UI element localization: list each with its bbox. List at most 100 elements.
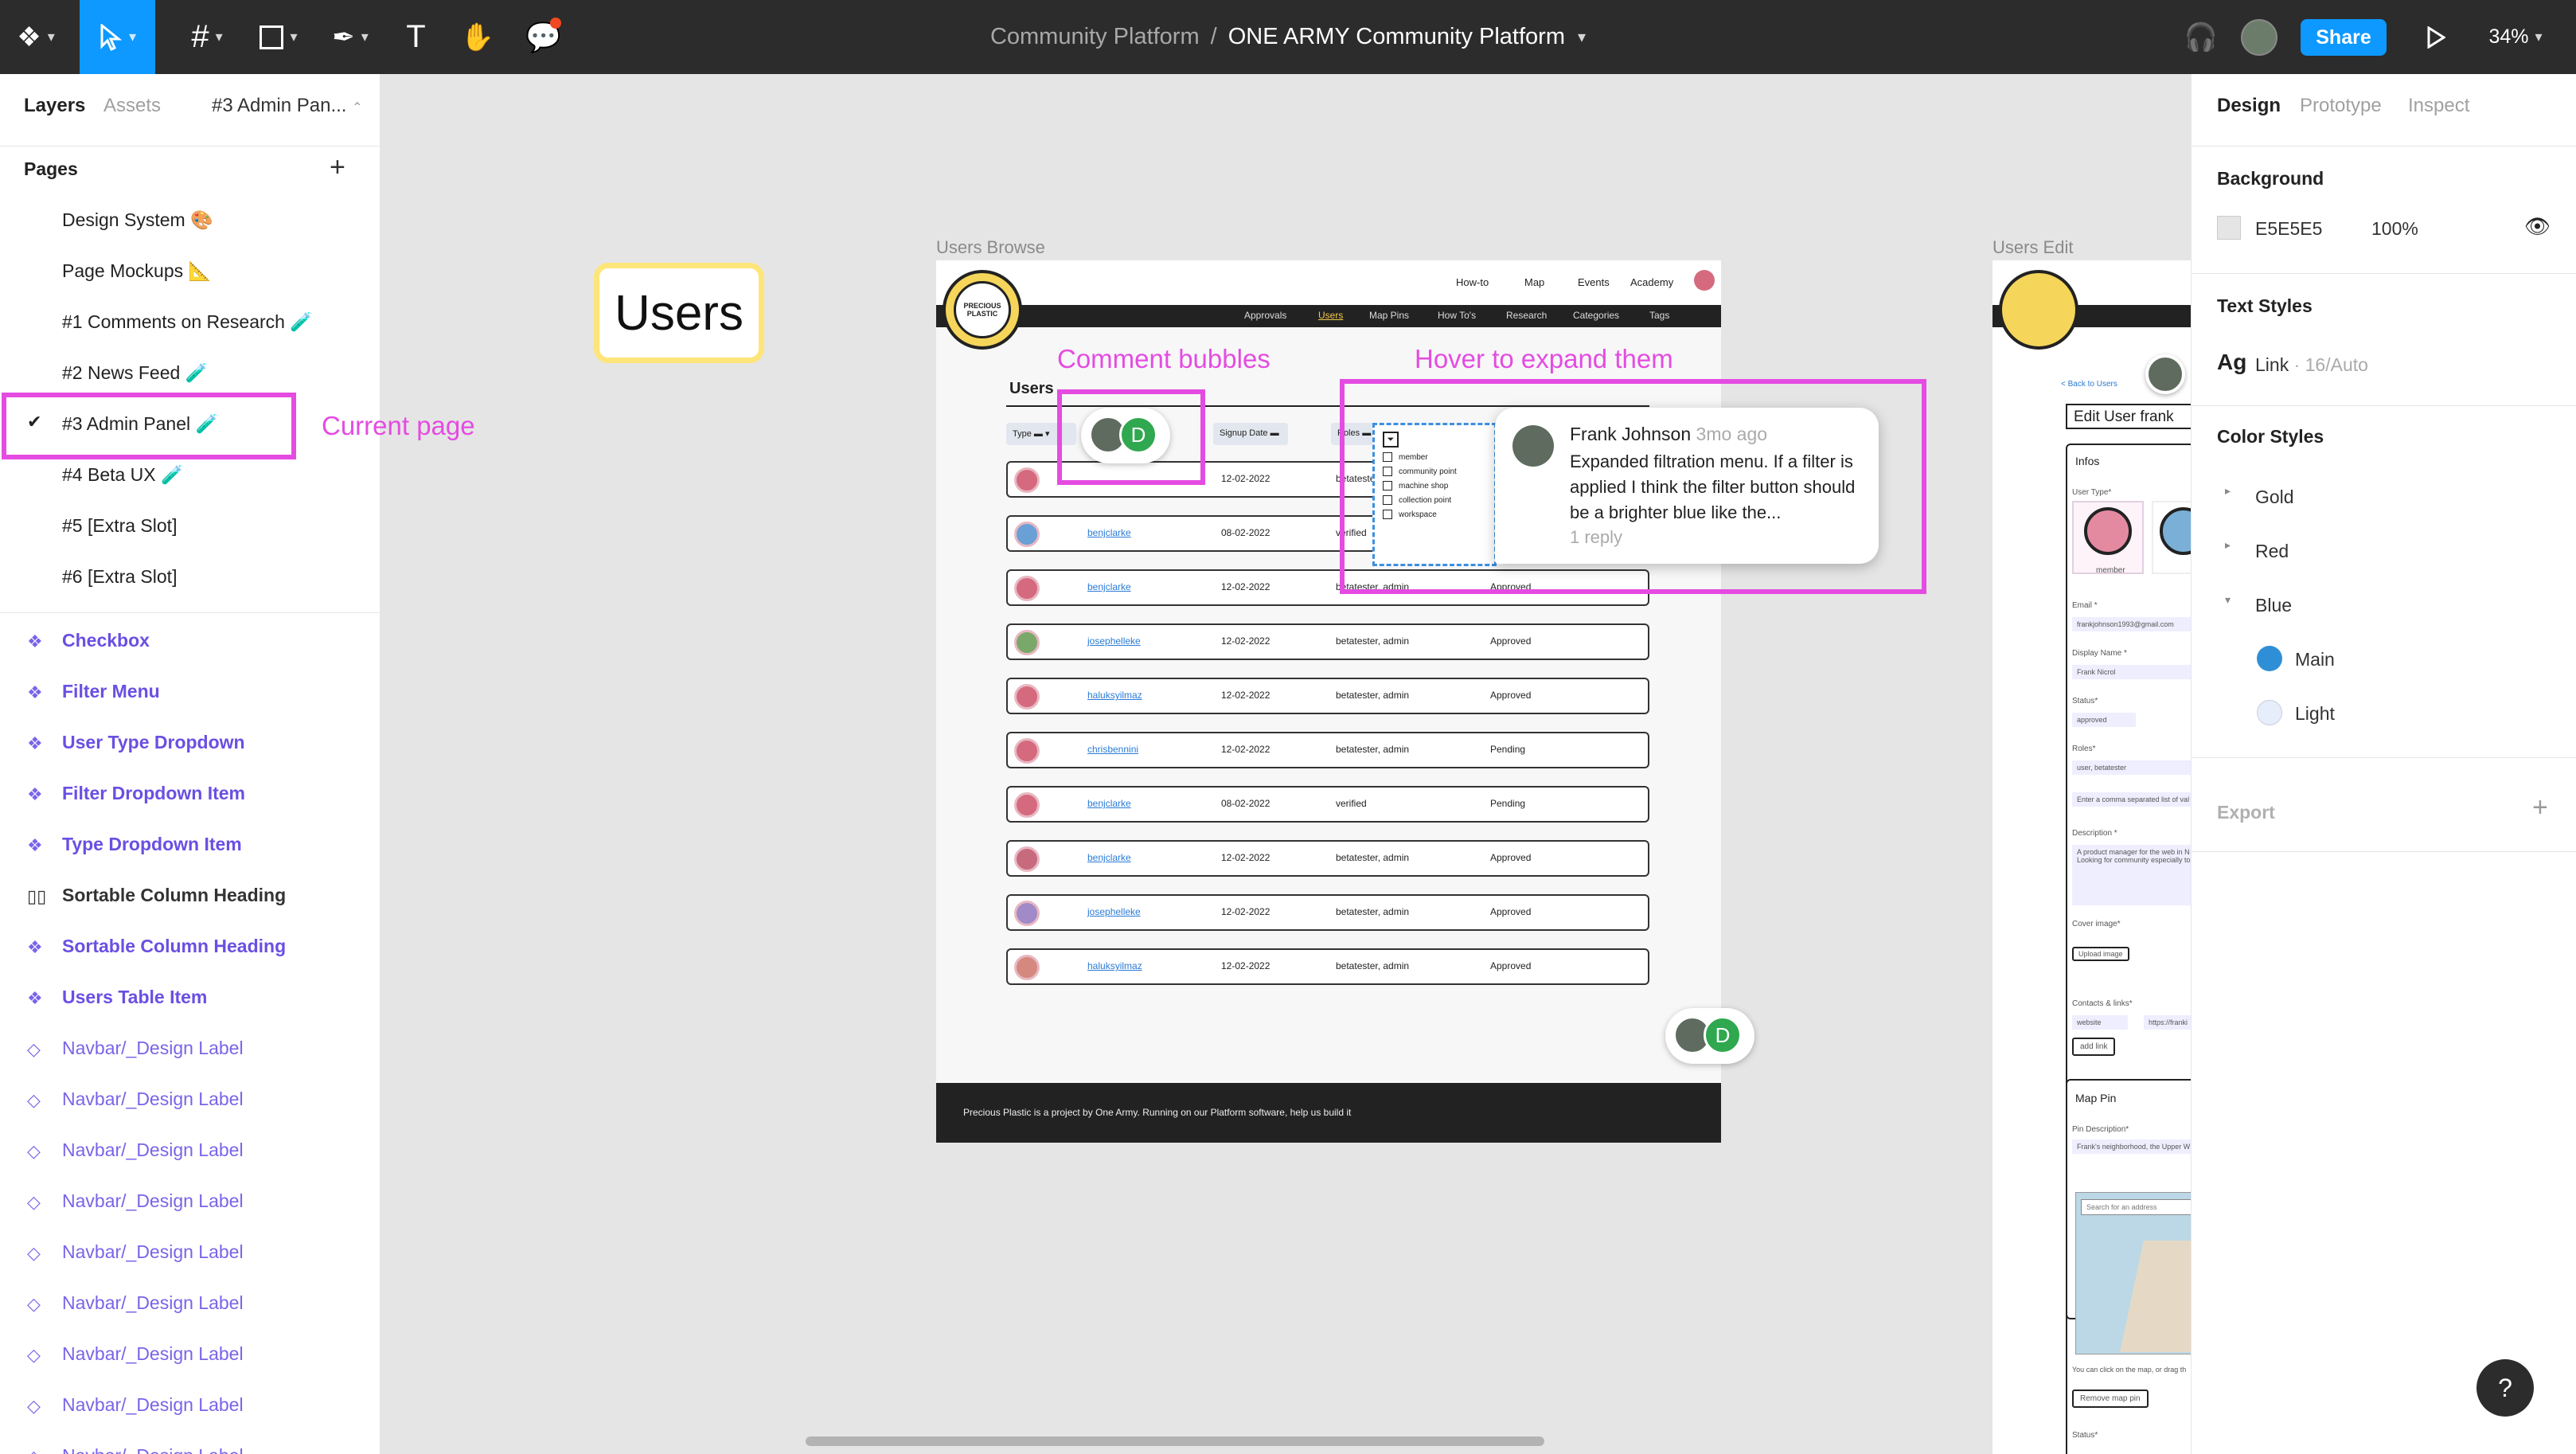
remove-map-pin-button[interactable]: Remove map pin [2072, 1390, 2149, 1408]
current-page-selector[interactable]: #3 Admin Pan... ⌃ [212, 95, 363, 117]
layer-item[interactable]: Navbar/_Design Label [62, 1089, 244, 1110]
frame-label-browse[interactable]: Users Browse [936, 237, 1045, 258]
username-link[interactable]: benjclarke [1087, 527, 1131, 538]
color-style-light[interactable]: Light [2295, 703, 2335, 725]
nav-link[interactable]: Academy [1630, 276, 1673, 288]
subnav-link[interactable]: Research [1506, 310, 1547, 321]
frame-label-edit[interactable]: Users Edit [1992, 237, 2073, 258]
layer-item[interactable]: Navbar/_Design Label [62, 1343, 244, 1365]
shape-tool-button[interactable]: ▾ [243, 0, 314, 74]
nav-link[interactable]: How-to [1456, 276, 1489, 288]
table-row[interactable]: josephelleke 12-02-2022 betatester, admin A… [1006, 894, 1649, 931]
team-breadcrumb[interactable]: Community Platform [990, 24, 1200, 50]
chevron-right-icon[interactable]: ▸ [2225, 484, 2231, 498]
user-type-workspace-card[interactable] [2152, 501, 2191, 574]
user-avatar[interactable] [2241, 19, 2277, 56]
blue-light-swatch[interactable] [2257, 700, 2282, 725]
table-row[interactable]: chrisbennini 12-02-2022 betatester, admin P… [1006, 732, 1649, 768]
audio-button[interactable]: 🎧 [2177, 0, 2225, 74]
contact-url-field[interactable]: https://franki [2144, 1015, 2191, 1030]
layer-item[interactable]: Checkbox [62, 630, 150, 651]
roles-field[interactable]: user, betatester [2072, 760, 2191, 775]
tab-assets[interactable]: Assets [103, 95, 161, 117]
tab-layers[interactable]: Layers [24, 95, 85, 117]
table-row[interactable]: benjclarke 08-02-2022 verified Pending [1006, 786, 1649, 823]
comment-bubble[interactable]: D [1665, 1008, 1754, 1064]
chevron-right-icon[interactable]: ▸ [2225, 538, 2231, 552]
layer-item[interactable]: Filter Menu [62, 681, 160, 702]
chevron-down-icon[interactable]: ▾ [1578, 27, 1586, 47]
tab-prototype[interactable]: Prototype [2300, 95, 2382, 117]
username-link[interactable]: benjclarke [1087, 852, 1131, 863]
tab-inspect[interactable]: Inspect [2408, 95, 2469, 117]
map-preview[interactable]: Search for an address [2075, 1192, 2191, 1354]
layer-item[interactable]: Navbar/_Design Label [62, 1241, 244, 1263]
description-field[interactable]: A product manager for the web in N Lookin… [2072, 845, 2191, 905]
color-group-gold[interactable]: Gold [2255, 487, 2294, 508]
horizontal-scrollbar[interactable] [806, 1436, 1544, 1446]
layer-item[interactable]: Sortable Column Heading [62, 936, 286, 957]
pin-description-field[interactable]: Frank's neighborhood, the Upper W [2072, 1139, 2191, 1154]
share-button[interactable]: Share [2301, 19, 2387, 56]
layer-item[interactable]: Navbar/_Design Label [62, 1292, 244, 1314]
layer-item[interactable]: Navbar/_Design Label [62, 1038, 244, 1059]
table-row[interactable]: benjclarke 12-02-2022 betatester, admin App… [1006, 840, 1649, 877]
layer-item[interactable]: Navbar/_Design Label [62, 1445, 244, 1454]
display-name-field[interactable]: Frank Nicrol [2072, 665, 2191, 679]
color-group-blue[interactable]: Blue [2255, 595, 2292, 616]
layer-item[interactable]: Filter Dropdown Item [62, 783, 245, 804]
background-opacity[interactable]: 100% [2371, 218, 2418, 240]
add-export-icon[interactable]: + [2532, 792, 2548, 823]
zoom-menu[interactable]: 34% ▾ [2468, 0, 2563, 74]
username-link[interactable]: josephelleke [1087, 906, 1141, 917]
frame-tool-button[interactable]: # ▾ [171, 0, 243, 74]
table-row[interactable]: josephelleke 12-02-2022 betatester, admin A… [1006, 623, 1649, 660]
text-style-link[interactable]: Link · 16/Auto [2255, 354, 2368, 376]
blue-main-swatch[interactable] [2257, 646, 2282, 671]
nav-link[interactable]: Map [1524, 276, 1544, 288]
username-link[interactable]: haluksyilmaz [1087, 690, 1142, 701]
subnav-link[interactable]: Approvals [1244, 310, 1286, 321]
table-row[interactable]: haluksyilmaz 12-02-2022 betatester, admin A… [1006, 678, 1649, 714]
pen-tool-button[interactable]: ✒ ▾ [314, 0, 386, 74]
subnav-link[interactable]: Tags [1649, 310, 1669, 321]
subnav-link-active[interactable]: Users [1318, 310, 1343, 321]
page-item[interactable]: Page Mockups 📐 [62, 260, 211, 282]
page-item[interactable]: #4 Beta UX 🧪 [62, 464, 184, 486]
comment-avatar[interactable] [2145, 354, 2185, 394]
contact-type-select[interactable]: website [2072, 1015, 2128, 1030]
help-button[interactable]: ? [2476, 1359, 2534, 1417]
back-link[interactable]: < Back to Users [2061, 380, 2117, 389]
add-link-button[interactable]: add link [2072, 1038, 2116, 1056]
nav-link[interactable]: Events [1578, 276, 1610, 288]
layer-item[interactable]: Navbar/_Design Label [62, 1190, 244, 1212]
move-tool-button[interactable]: ▾ [80, 0, 155, 74]
comment-tool-button[interactable]: 💬 [513, 0, 573, 74]
present-button[interactable] [2412, 0, 2460, 74]
precious-plastic-logo[interactable]: PRECIOUS PLASTIC [943, 270, 1022, 350]
main-menu-button[interactable]: ❖ ▾ [0, 0, 72, 74]
layer-item[interactable]: Navbar/_Design Label [62, 1394, 244, 1416]
subnav-link[interactable]: Map Pins [1369, 310, 1409, 321]
subnav-link[interactable]: How To's [1438, 310, 1476, 321]
status-select[interactable]: approved [2072, 713, 2136, 727]
page-item[interactable]: #6 [Extra Slot] [62, 566, 177, 588]
user-type-member-card[interactable] [2072, 501, 2144, 574]
eye-icon[interactable]: 👁 [2524, 214, 2551, 239]
signup-date-column-heading[interactable]: Signup Date ▬ [1213, 423, 1288, 445]
username-link[interactable]: josephelleke [1087, 635, 1141, 647]
hand-tool-button[interactable]: ✋ [450, 0, 505, 74]
layer-item[interactable]: User Type Dropdown [62, 732, 245, 753]
color-group-red[interactable]: Red [2255, 541, 2289, 562]
tab-design[interactable]: Design [2217, 95, 2281, 117]
nav-avatar[interactable] [1694, 270, 1715, 291]
text-tool-button[interactable]: T [390, 0, 442, 74]
page-item[interactable]: #5 [Extra Slot] [62, 515, 177, 537]
chevron-down-icon[interactable]: ▾ [2225, 593, 2231, 607]
layer-item[interactable]: Type Dropdown Item [62, 834, 242, 855]
color-style-main[interactable]: Main [2295, 649, 2335, 670]
background-swatch[interactable] [2217, 216, 2241, 240]
username-link[interactable]: chrisbennini [1087, 744, 1138, 755]
comment-replies[interactable]: 1 reply [1570, 527, 1622, 548]
background-hex[interactable]: E5E5E5 [2255, 218, 2322, 240]
